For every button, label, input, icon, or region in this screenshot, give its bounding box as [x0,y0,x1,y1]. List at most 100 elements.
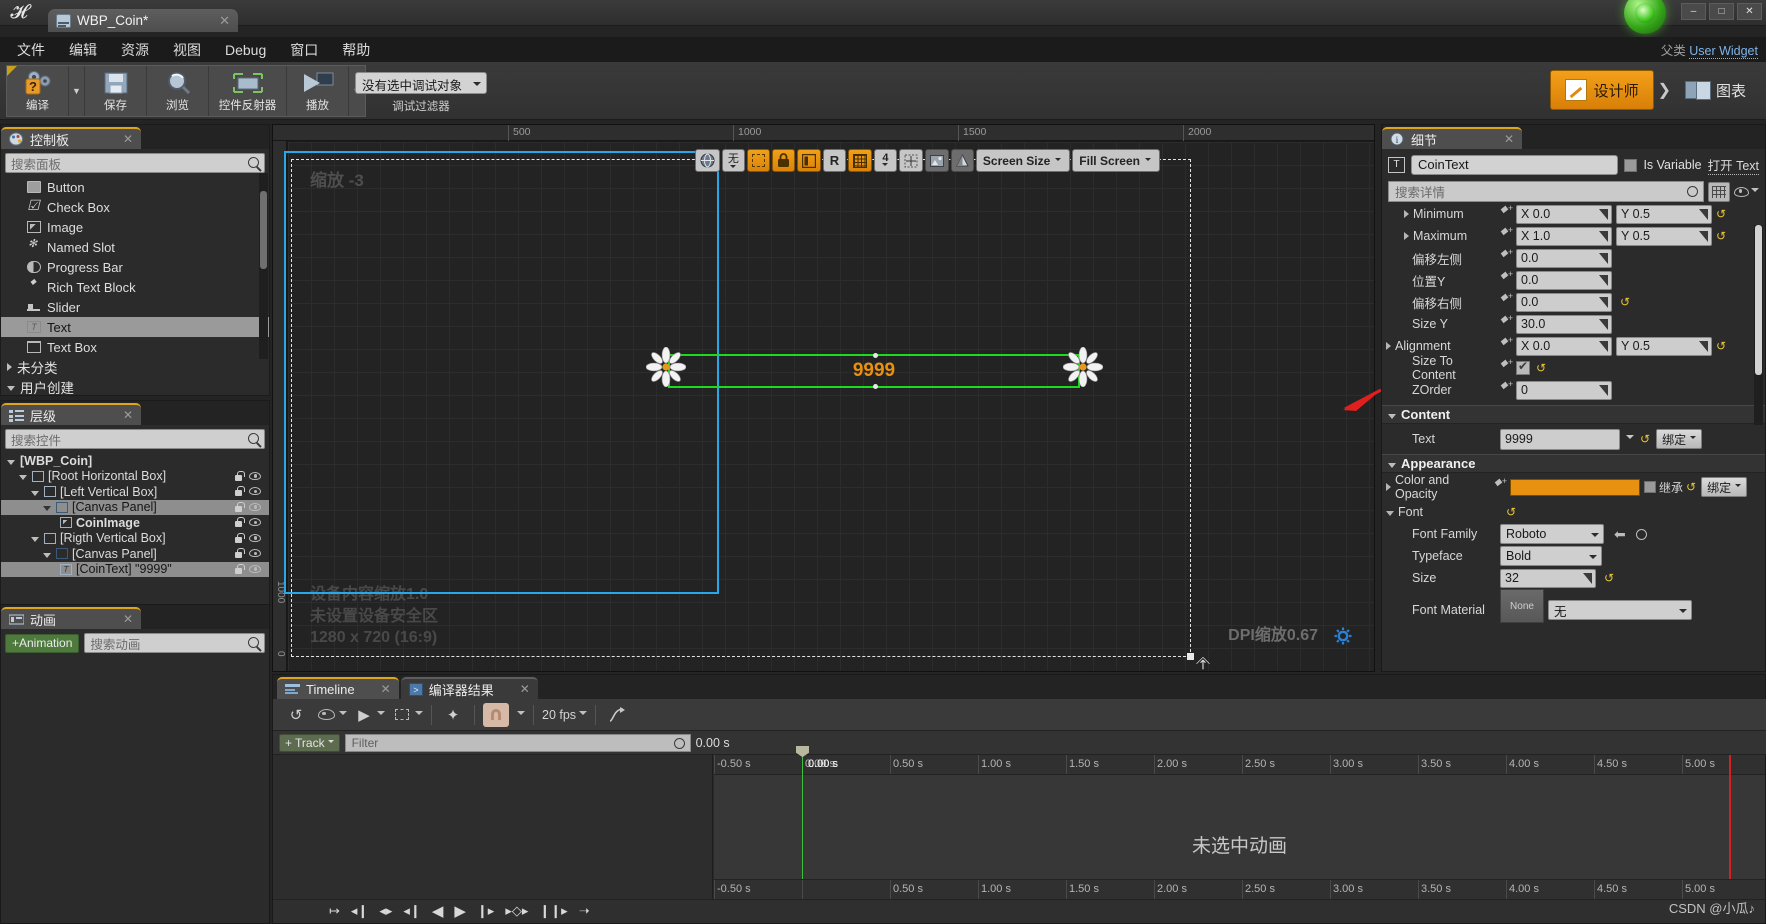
lock-icon[interactable] [234,470,245,481]
timeline-current-time[interactable]: 0.00 s [696,736,730,750]
mode-graph-button[interactable]: 图表 [1675,70,1756,110]
mode-designer-button[interactable]: 设计师 [1549,70,1654,110]
chevron-down-icon[interactable] [1626,435,1634,443]
palette-tab[interactable]: 控制板 ✕ [1,127,141,149]
handle-bottom[interactable] [873,384,878,389]
chevron-right-icon[interactable] [1404,232,1409,240]
color-bind-button[interactable]: 绑定 [1701,477,1748,497]
bind-pin-icon[interactable] [1500,313,1513,331]
revert-icon[interactable]: ↺ [1640,432,1650,446]
size-y-input[interactable]: 30.0 [1516,314,1612,334]
revert-icon[interactable]: ↺ [1686,480,1696,494]
text-bind-button[interactable]: 绑定 [1656,429,1703,449]
eye-icon[interactable] [249,471,261,480]
palette-tab-close-icon[interactable]: ✕ [103,132,133,146]
palette-item-named-slot[interactable]: Named Slot [1,237,269,257]
menu-item-help[interactable]: 帮助 [331,37,381,63]
jump-start-icon[interactable]: ↦ [329,903,340,919]
handle-top[interactable] [873,353,878,358]
ruler-toggle-button[interactable] [898,149,923,172]
cointext-selection-box[interactable]: 9999 [668,353,1080,389]
chevron-right-icon[interactable] [1386,342,1391,350]
alignment-y-input[interactable]: Y 0.5 [1616,336,1712,356]
timeline-ruler-top[interactable]: -0.50 s 0.00 s 0.50 s 1.00 s 1.50 s 2.00… [714,755,1765,775]
details-search-input[interactable]: 搜索详情 [1388,181,1704,202]
anchor-widget-right-icon[interactable] [1063,347,1103,387]
details-tab[interactable]: i 细节 ✕ [1382,127,1522,149]
revert-icon[interactable]: ↺ [1536,361,1546,375]
typeface-select[interactable]: Bold [1500,546,1602,566]
dashed-square-button[interactable] [746,149,770,172]
fill-mode-dropdown[interactable]: Fill Screen [1072,149,1160,172]
chevron-down-icon[interactable] [517,710,525,719]
spinner-icon[interactable] [1599,230,1608,242]
designer-viewport[interactable]: 500 1000 1500 2000 1000 0 缩放 -3 设备内容缩放1.… [272,124,1375,672]
palette-category-user-created[interactable]: 用户创建 [1,377,269,397]
bind-pin-icon[interactable] [1494,476,1507,494]
grid-snap-size-button[interactable]: 4 [873,149,897,172]
spinner-icon[interactable] [1599,318,1608,330]
menu-item-window[interactable]: 窗口 [279,37,329,63]
zorder-input[interactable]: 0 [1516,380,1612,400]
lock-icon[interactable] [234,486,245,496]
resize-handle[interactable] [1187,653,1194,660]
is-variable-checkbox[interactable] [1624,158,1638,172]
revert-icon[interactable]: ↺ [1506,505,1516,519]
revert-icon[interactable]: ↺ [1716,207,1726,221]
add-track-button[interactable]: + Track [279,733,340,752]
layout-button[interactable] [796,149,821,172]
jump-end-icon[interactable]: ➝ [579,903,590,919]
inherit-checkbox[interactable] [1644,481,1656,493]
eye-options-icon[interactable] [313,703,339,727]
spinner-icon[interactable] [1599,296,1608,308]
compile-button[interactable]: ? 编译 [7,66,69,116]
palette-scrollbar-thumb[interactable] [260,191,267,269]
prev-key-icon[interactable]: ◂❙ [351,903,368,919]
parent-class-value[interactable]: User Widget [1689,44,1758,59]
screen-size-dropdown[interactable]: Screen Size [975,149,1071,172]
eye-icon[interactable] [249,487,261,495]
palette-item-button[interactable]: Button [1,177,269,197]
debug-object-select[interactable]: 没有选中调试对象 [355,72,487,94]
bind-pin-icon[interactable] [1500,203,1513,221]
close-icon[interactable]: ✕ [219,13,230,29]
r-toggle-button[interactable]: R [822,149,846,172]
alignment-x-input[interactable]: X 0.0 [1516,336,1612,356]
step-forward-icon[interactable]: ❙▸ [477,903,494,919]
lock-icon[interactable] [234,501,245,512]
animation-search-input[interactable]: 搜索动画 [84,633,265,653]
back-arrow-icon[interactable]: ⬅ [1614,526,1626,543]
revert-icon[interactable]: ↺ [1620,295,1630,309]
track-filter-input[interactable]: Filter [344,733,691,752]
chevron-down-icon[interactable] [339,710,347,719]
menu-item-file[interactable]: 文件 [6,37,56,63]
play-icon[interactable]: ▶ [351,703,377,727]
widget-name-input[interactable]: CoinText [1411,155,1619,175]
column-view-button[interactable] [1708,181,1730,202]
text-value-input[interactable]: 9999 [1500,428,1620,450]
search-icon[interactable] [1635,528,1647,540]
tab-timeline[interactable]: Timeline ✕ [277,677,399,699]
lock-button[interactable] [771,149,795,172]
bind-pin-icon[interactable] [1500,357,1513,375]
hierarchy-node-canvas-panel-left[interactable]: [Canvas Panel] [1,499,269,515]
eye-icon[interactable] [249,518,261,526]
spinner-icon[interactable] [1699,208,1708,220]
bind-pin-icon[interactable] [1500,335,1513,353]
palette-category-uncategorized[interactable]: 未分类 [1,357,269,377]
hierarchy-node-cointext[interactable]: T [CoinText] "9999" [1,561,269,577]
chevron-down-icon[interactable] [415,710,423,719]
spinner-icon[interactable] [1599,274,1608,286]
lock-icon[interactable] [234,548,245,558]
bind-pin-icon[interactable] [1500,269,1513,287]
palette-item-text-box[interactable]: Text Box [1,337,269,357]
font-family-select[interactable]: Roboto [1500,524,1604,544]
hierarchy-node-canvas-panel-right[interactable]: [Canvas Panel] [1,546,269,562]
document-tab[interactable]: WBP_Coin* ✕ [48,9,238,32]
maximum-x-input[interactable]: X 1.0 [1516,226,1612,246]
compile-dropdown[interactable]: ▼ [69,66,85,116]
hierarchy-node-wbp-coin[interactable]: [WBP_Coin] [1,453,269,469]
maximum-y-input[interactable]: Y 0.5 [1616,226,1712,246]
next-key-icon[interactable]: ▸◇▸ [505,903,528,919]
revert-icon[interactable]: ↺ [1716,339,1726,353]
